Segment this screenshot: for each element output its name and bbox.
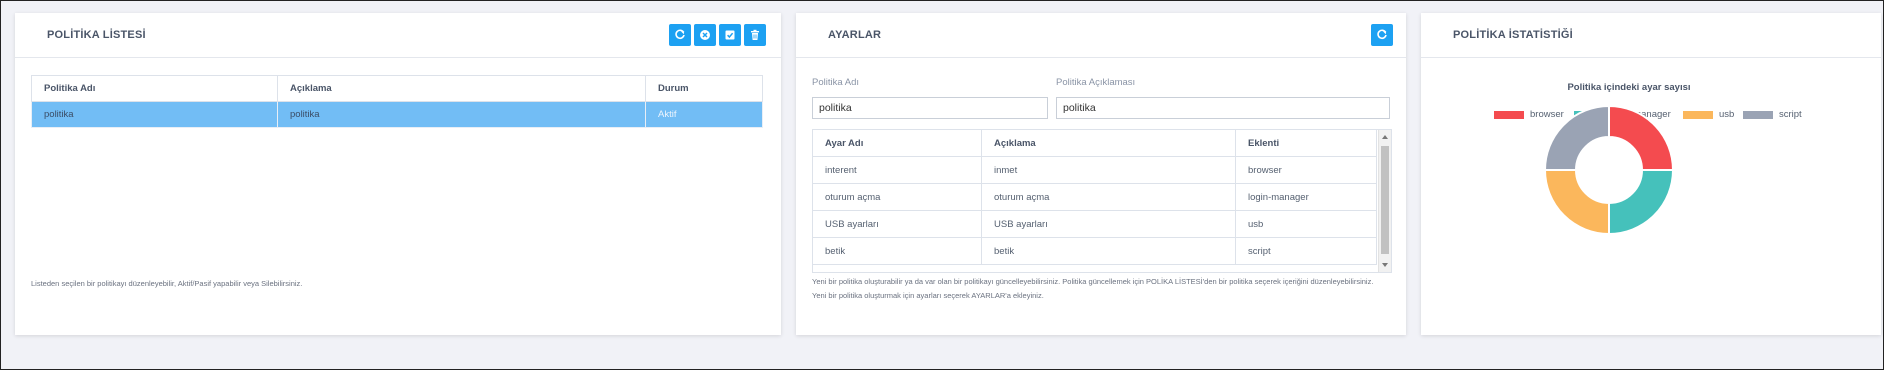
table-row[interactable]: USB ayarları USB ayarları usb: [813, 210, 1377, 238]
refresh-icon: [1377, 29, 1387, 39]
legend-label: browser: [1530, 109, 1564, 120]
policy-name-input[interactable]: [812, 97, 1048, 119]
settings-note-line2: Yeni bir politika oluşturmak için ayarla…: [812, 291, 1044, 300]
settings-note-line1: Yeni bir politika oluşturabilir ya da va…: [812, 277, 1374, 286]
column-header-description[interactable]: Açıklama: [277, 75, 646, 102]
settings-title: AYARLAR: [828, 29, 882, 41]
activate-button[interactable]: [719, 24, 741, 46]
scroll-up-arrow-icon[interactable]: [1382, 135, 1388, 139]
legend-item-usb[interactable]: usb: [1683, 109, 1734, 120]
cell-setting-name: USB ayarları: [813, 210, 982, 238]
legend-swatch: [1494, 110, 1524, 119]
settings-table-container: Ayar Adı Açıklama Eklenti interent inmet…: [812, 129, 1392, 273]
column-header-status[interactable]: Durum: [645, 75, 763, 102]
cell-setting-description: inmet: [981, 156, 1236, 184]
table-row[interactable]: interent inmet browser: [813, 156, 1377, 184]
legend-swatch: [1683, 110, 1713, 119]
cell-setting-plugin: login-manager: [1235, 183, 1377, 211]
legend-label: usb: [1719, 109, 1735, 120]
cell-policy-status: Aktif: [645, 101, 763, 128]
deactivate-button[interactable]: [694, 24, 716, 46]
cell-setting-name: betik: [813, 237, 982, 265]
table-row[interactable]: betik betik script: [813, 237, 1377, 265]
statistics-title: POLİTİKA İSTATİSTİĞİ: [1453, 29, 1573, 41]
settings-table: Ayar Adı Açıklama Eklenti interent inmet…: [813, 130, 1377, 265]
settings-panel: AYARLAR Politika Adı Politika Açıklaması…: [796, 13, 1406, 335]
legend-label: login-manager: [1610, 109, 1671, 120]
legend-swatch: [1574, 110, 1604, 119]
table-row[interactable]: oturum açma oturum açma login-manager: [813, 183, 1377, 211]
policy-list-title: POLİTİKA LİSTESİ: [47, 29, 146, 41]
donut-slice-login-manager[interactable]: [1608, 169, 1675, 236]
legend-item-script[interactable]: script: [1743, 109, 1802, 120]
scroll-down-arrow-icon[interactable]: [1382, 263, 1388, 267]
cell-setting-plugin: usb: [1235, 210, 1377, 238]
donut-slice-usb[interactable]: [1543, 169, 1610, 236]
column-header-setting-name[interactable]: Ayar Adı: [813, 130, 982, 157]
statistics-panel: POLİTİKA İSTATİSTİĞİ Politika içindeki a…: [1421, 13, 1881, 335]
table-row[interactable]: politika politika Aktif: [31, 101, 763, 128]
cell-setting-name: oturum açma: [813, 183, 982, 211]
cell-setting-description: betik: [981, 237, 1236, 265]
policy-description-input[interactable]: [1056, 97, 1390, 119]
close-icon: [700, 30, 710, 40]
column-header-plugin[interactable]: Eklenti: [1235, 130, 1377, 157]
cell-setting-plugin: script: [1235, 237, 1377, 265]
legend-item-browser[interactable]: browser: [1494, 109, 1564, 120]
refresh-icon: [675, 29, 685, 39]
policy-description-label: Politika Açıklaması: [1056, 77, 1136, 88]
cell-setting-description: USB ayarları: [981, 210, 1236, 238]
cell-policy-name: politika: [31, 101, 278, 128]
trash-icon: [751, 29, 759, 40]
legend-swatch: [1743, 110, 1773, 119]
policy-list-header: POLİTİKA LİSTESİ: [15, 13, 781, 58]
vertical-scrollbar[interactable]: [1378, 130, 1391, 272]
donut-chart: [1543, 104, 1675, 236]
policy-list-note: Listeden seçilen bir politikayı düzenley…: [31, 279, 303, 288]
cell-policy-description: politika: [277, 101, 646, 128]
refresh-button[interactable]: [669, 24, 691, 46]
column-header-setting-description[interactable]: Açıklama: [981, 130, 1236, 157]
cell-setting-description: oturum açma: [981, 183, 1236, 211]
check-icon: [725, 30, 735, 40]
statistics-header: POLİTİKA İSTATİSTİĞİ: [1421, 13, 1881, 58]
cell-setting-plugin: browser: [1235, 156, 1377, 184]
settings-refresh-button[interactable]: [1371, 24, 1393, 46]
scrollbar-thumb[interactable]: [1381, 146, 1389, 254]
settings-header: AYARLAR: [796, 13, 1406, 58]
chart-title: Politika içindeki ayar sayısı: [1567, 82, 1691, 93]
legend-item-login-manager[interactable]: login-manager: [1574, 109, 1671, 120]
legend-label: script: [1779, 109, 1802, 120]
cell-setting-name: interent: [813, 156, 982, 184]
column-header-name[interactable]: Politika Adı: [31, 75, 278, 102]
policy-name-label: Politika Adı: [812, 77, 859, 88]
policy-list-panel: POLİTİKA LİSTESİ Politika Adı Açıklama D…: [15, 13, 781, 335]
policy-table: Politika Adı Açıklama Durum politika pol…: [31, 75, 763, 128]
delete-button[interactable]: [744, 24, 766, 46]
